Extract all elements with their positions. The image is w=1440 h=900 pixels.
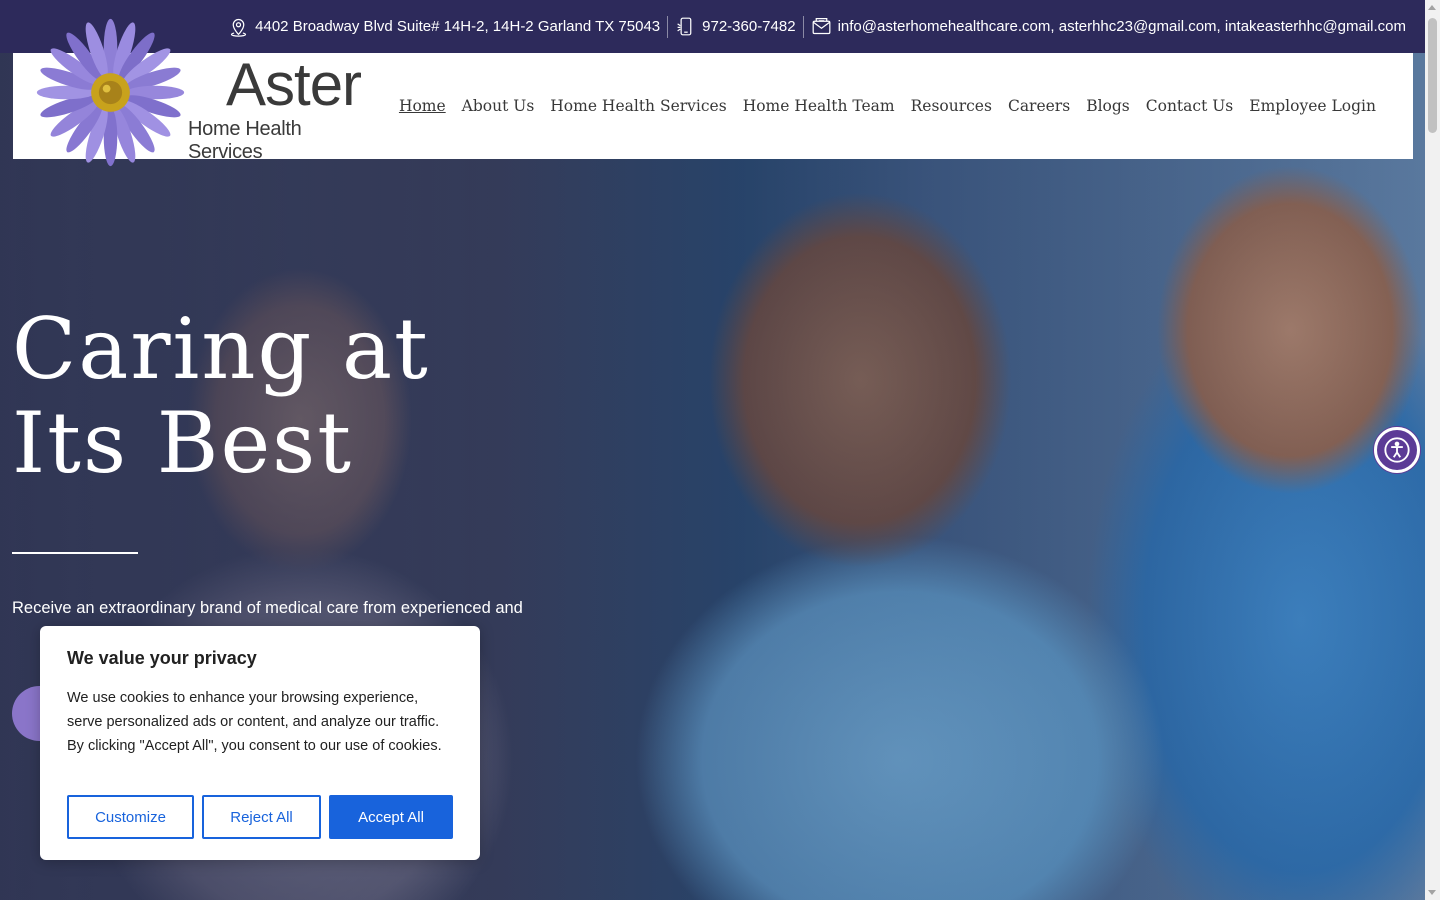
site-header: Aster Home Health Services Home About Us… <box>13 18 1413 167</box>
scroll-down-arrow-icon[interactable] <box>1428 890 1436 895</box>
page-scrollbar[interactable] <box>1425 0 1440 900</box>
customize-button[interactable]: Customize <box>67 795 194 839</box>
hero-description: Receive an extraordinary brand of medica… <box>12 599 523 617</box>
accessibility-icon <box>1384 437 1410 463</box>
nav-about-us[interactable]: About Us <box>462 97 535 115</box>
cookie-actions: Customize Reject All Accept All <box>67 795 453 839</box>
cookie-title: We value your privacy <box>67 648 257 668</box>
phone-info[interactable]: 972-360-7482 <box>668 16 802 37</box>
logo-name: Aster <box>226 51 362 118</box>
main-navigation: Home About Us Home Health Services Home … <box>399 53 1376 159</box>
phone-icon <box>677 17 692 36</box>
scrollbar-thumb[interactable] <box>1428 18 1437 133</box>
site-logo[interactable]: Aster Home Health Services <box>33 15 373 167</box>
envelope-icon <box>812 18 830 35</box>
logo-subtitle: Home Health Services <box>188 118 302 163</box>
nav-contact-us[interactable]: Contact Us <box>1146 97 1234 115</box>
nav-resources[interactable]: Resources <box>911 97 992 115</box>
phone-text[interactable]: 972-360-7482 <box>702 18 795 35</box>
nav-home-health-services[interactable]: Home Health Services <box>550 97 726 115</box>
nav-home[interactable]: Home <box>399 97 446 115</box>
accessibility-button[interactable] <box>1374 427 1420 473</box>
hero-title-line-1: Caring at <box>12 300 430 398</box>
accept-all-button[interactable]: Accept All <box>329 795 453 839</box>
nav-careers[interactable]: Careers <box>1008 97 1070 115</box>
email-info[interactable]: info@asterhomehealthcare.com, asterhhc23… <box>804 16 1413 37</box>
reject-all-button[interactable]: Reject All <box>202 795 321 839</box>
nav-home-health-team[interactable]: Home Health Team <box>743 97 895 115</box>
cookie-consent-dialog: We value your privacy We use cookies to … <box>40 626 480 860</box>
email-text[interactable]: info@asterhomehealthcare.com, asterhhc23… <box>838 18 1406 35</box>
hero-title-line-2: Its Best <box>12 394 354 492</box>
aster-flower-icon <box>36 18 185 167</box>
cookie-body: We use cookies to enhance your browsing … <box>67 690 442 754</box>
hero-divider <box>12 552 138 554</box>
nav-employee-login[interactable]: Employee Login <box>1249 97 1376 115</box>
nav-blogs[interactable]: Blogs <box>1086 97 1130 115</box>
scroll-up-arrow-icon[interactable] <box>1428 5 1436 10</box>
hero-title: Caring at Its Best <box>12 302 430 490</box>
